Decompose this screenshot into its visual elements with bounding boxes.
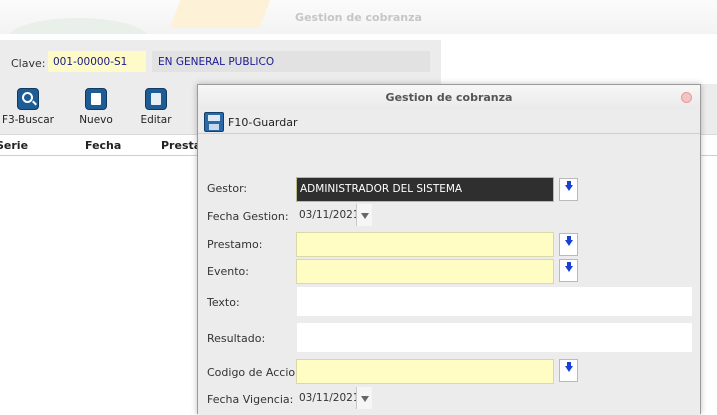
prestamo-field[interactable] — [296, 232, 554, 257]
prestamo-lookup-button[interactable] — [559, 233, 578, 256]
arrow-down-icon — [565, 240, 573, 246]
new-document-icon — [85, 88, 107, 110]
nuevo-label: Nuevo — [79, 114, 113, 126]
dialog-title: Gestion de cobranza — [385, 91, 513, 104]
guardar-label: F10-Guardar — [228, 116, 298, 129]
edit-document-icon — [145, 88, 167, 110]
prestamo-label: Prestamo: — [207, 238, 263, 251]
texto-field[interactable] — [296, 286, 693, 317]
editar-label: Editar — [140, 114, 172, 126]
gestor-lookup-button[interactable] — [559, 178, 578, 201]
background-titlebar: Gestion de cobranza — [0, 0, 717, 34]
codigo-accion-label: Codigo de Accion: — [207, 366, 306, 379]
fecha-vigencia-value: 03/11/2021 — [299, 392, 360, 404]
column-header-fecha[interactable]: Fecha — [85, 139, 121, 152]
evento-field[interactable] — [296, 259, 554, 284]
dropdown-icon[interactable] — [356, 387, 372, 409]
evento-lookup-button[interactable] — [559, 259, 578, 282]
texto-label: Texto: — [207, 296, 240, 309]
codigo-accion-lookup-button[interactable] — [559, 359, 578, 382]
close-icon[interactable] — [681, 92, 692, 103]
fecha-vigencia-picker[interactable]: 03/11/2021 — [296, 387, 372, 409]
background-window-title: Gestion de cobranza — [295, 11, 422, 24]
dropdown-icon[interactable] — [356, 204, 372, 226]
resultado-field[interactable] — [296, 322, 693, 353]
column-header-serie[interactable]: Serie — [0, 139, 28, 152]
cliente-field[interactable]: EN GENERAL PUBLICO — [152, 51, 430, 72]
dialog-toolbar: F10-Guardar — [198, 109, 700, 134]
clave-field[interactable]: 001-00000-S1 — [48, 51, 146, 72]
gestion-cobranza-dialog: Gestion de cobranza F10-Guardar Gestor: … — [197, 84, 701, 415]
search-icon — [17, 88, 39, 110]
arrow-down-icon — [565, 185, 573, 191]
fecha-gestion-picker[interactable]: 03/11/2021 — [296, 204, 372, 226]
codigo-accion-field[interactable] — [296, 359, 554, 384]
clave-label: Clave: — [11, 57, 46, 70]
gestor-label: Gestor: — [207, 182, 248, 195]
editar-button[interactable]: Editar — [134, 88, 178, 126]
evento-label: Evento: — [207, 265, 249, 278]
save-icon — [204, 112, 224, 132]
gestor-field[interactable]: ADMINISTRADOR DEL SISTEMA — [296, 177, 554, 202]
arrow-down-icon — [565, 266, 573, 272]
resultado-label: Resultado: — [207, 332, 266, 345]
buscar-button[interactable]: F3-Buscar — [1, 88, 55, 126]
buscar-label: F3-Buscar — [2, 114, 54, 126]
fecha-gestion-label: Fecha Gestion: — [207, 210, 289, 223]
dialog-form: Gestor: ADMINISTRADOR DEL SISTEMA Fecha … — [198, 134, 700, 415]
fecha-gestion-value: 03/11/2021 — [299, 209, 360, 221]
nuevo-button[interactable]: Nuevo — [74, 88, 118, 126]
arrow-down-icon — [565, 366, 573, 372]
fecha-vigencia-label: Fecha Vigencia: — [207, 393, 294, 406]
dialog-titlebar[interactable]: Gestion de cobranza — [198, 85, 700, 109]
